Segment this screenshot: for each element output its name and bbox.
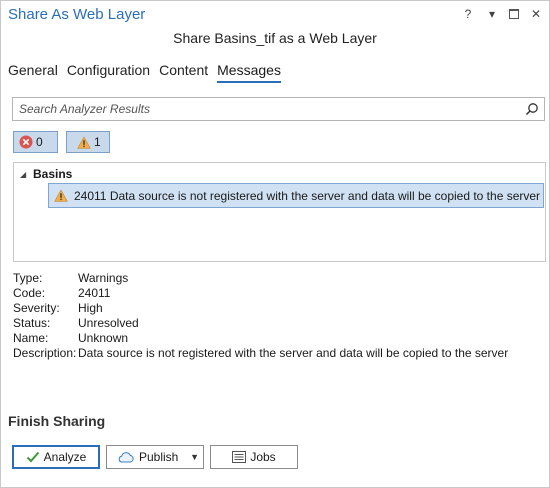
errors-count: 0 [36,135,43,149]
help-icon[interactable]: ? [461,7,475,21]
detail-label: Type: [13,271,43,285]
detail-value: 24011 [78,286,111,300]
detail-value: Data source is not registered with the s… [78,346,509,360]
warning-icon [54,189,68,202]
pane-controls: ? ▾ ✕ [461,7,543,21]
finish-sharing-heading: Finish Sharing [8,413,106,429]
jobs-label: Jobs [250,450,276,464]
tab-bar: General Configuration Content Messages [8,62,290,83]
search-icon[interactable] [525,102,539,116]
detail-value: Warnings [78,271,129,285]
checkmark-icon [26,451,39,463]
detail-value: Unresolved [78,316,139,330]
publish-button[interactable]: Publish ▼ [106,445,204,469]
detail-label: Severity: [13,301,60,315]
pane-menu-icon[interactable]: ▾ [485,7,499,21]
detail-label: Name: [13,331,49,345]
warnings-filter-button[interactable]: 1 [66,131,110,153]
detail-label: Status: [13,316,51,330]
cloud-icon [118,452,134,463]
error-icon [19,135,33,149]
message-filters: 0 1 [13,131,110,153]
detail-row-name: Name: Unknown [13,331,543,346]
detail-value: High [78,301,103,315]
list-item-text: 24011 Data source is not registered with… [74,188,541,203]
pane-title: Share As Web Layer [8,6,146,23]
detail-row-code: Code: 24011 [13,286,543,301]
close-icon[interactable]: ✕ [529,7,543,21]
search-input[interactable]: Search Analyzer Results [12,97,545,121]
tab-content[interactable]: Content [159,62,208,83]
list-item[interactable]: 24011 Data source is not registered with… [48,183,544,208]
message-details: Type: Warnings Code: 24011 Severity: Hig… [13,271,543,361]
warnings-count: 1 [94,135,101,149]
share-as-web-layer-pane: Share As Web Layer ? ▾ ✕ Share Basins_ti… [0,0,550,488]
publish-label: Publish [139,450,179,464]
jobs-list-icon [232,451,247,463]
pane-titlebar: Share As Web Layer ? ▾ ✕ [1,1,549,29]
tab-messages[interactable]: Messages [217,62,281,83]
analyzer-results-tree: ◢ Basins 24011 Data source is not regist… [13,162,546,262]
analyze-button[interactable]: Analyze [12,445,100,469]
detail-value: Unknown [78,331,129,345]
tab-general[interactable]: General [8,62,58,83]
detail-label: Code: [13,286,46,300]
warning-icon [77,135,91,149]
analyze-label: Analyze [43,450,87,464]
detail-row-severity: Severity: High [13,301,543,316]
chevron-down-icon[interactable]: ▼ [190,452,199,462]
detail-row-description: Description: Data source is not register… [13,346,543,361]
finish-actions: Analyze Publish ▼ Jobs [12,445,298,469]
tab-configuration[interactable]: Configuration [67,62,150,83]
maximize-icon[interactable] [509,9,519,19]
page-title: Share Basins_tif as a Web Layer [173,30,377,46]
collapse-arrow-icon[interactable]: ◢ [20,170,26,179]
search-placeholder: Search Analyzer Results [19,102,150,116]
detail-row-status: Status: Unresolved [13,316,543,331]
detail-label: Description: [13,346,77,360]
jobs-button[interactable]: Jobs [210,445,298,469]
errors-filter-button[interactable]: 0 [13,131,58,153]
detail-row-type: Type: Warnings [13,271,543,286]
tree-group-basins[interactable]: Basins [33,167,72,181]
